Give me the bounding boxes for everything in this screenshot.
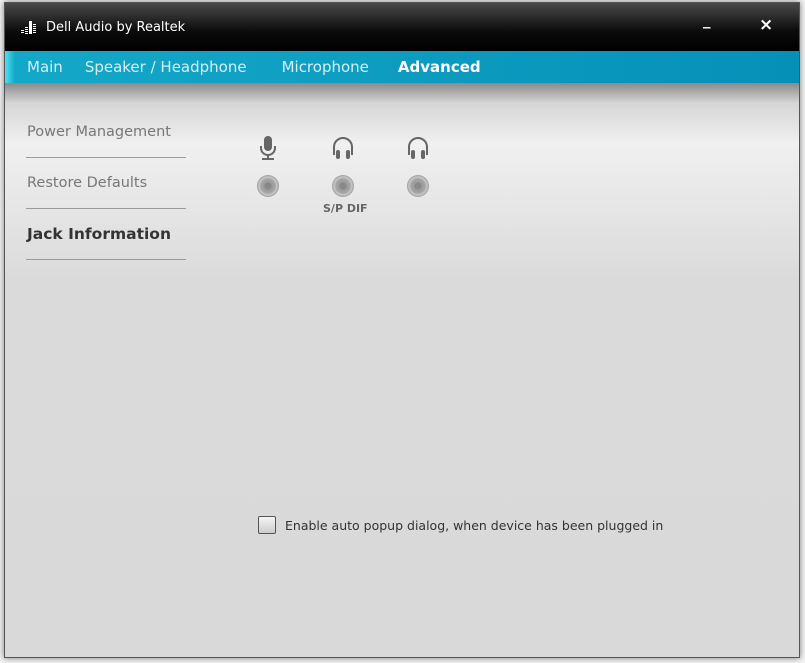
tab-bar: Main Speaker / Headphone Microphone Adva… — [5, 51, 799, 83]
title-bar[interactable]: Dell Audio by Realtek _ × — [5, 3, 799, 51]
sidebar-item-jack-information[interactable]: Jack Information — [26, 209, 186, 260]
jack-label: S/P DIF — [323, 202, 368, 215]
auto-popup-option: Enable auto popup dialog, when device ha… — [258, 516, 663, 534]
window-title: Dell Audio by Realtek — [46, 20, 186, 35]
close-button[interactable]: × — [759, 15, 773, 35]
tab-main[interactable]: Main — [27, 58, 63, 76]
jack-headphone — [398, 135, 438, 197]
tab-microphone[interactable]: Microphone — [282, 58, 369, 76]
content-area: Power Management Restore Defaults Jack I… — [5, 83, 799, 657]
jack-port — [257, 175, 279, 197]
sidebar: Power Management Restore Defaults Jack I… — [26, 117, 186, 260]
auto-popup-checkbox[interactable] — [258, 516, 276, 534]
minimize-button[interactable]: _ — [703, 11, 711, 29]
headphone-icon — [333, 137, 353, 159]
sidebar-item-restore-defaults[interactable]: Restore Defaults — [26, 158, 186, 209]
microphone-icon — [260, 136, 276, 160]
auto-popup-label[interactable]: Enable auto popup dialog, when device ha… — [285, 518, 663, 533]
jack-port — [407, 175, 429, 197]
equalizer-logo-icon — [21, 21, 36, 34]
jack-microphone — [248, 135, 288, 197]
jack-port — [332, 175, 354, 197]
tab-speaker-headphone[interactable]: Speaker / Headphone — [85, 58, 247, 76]
jack-spdif: S/P DIF — [323, 135, 368, 215]
sidebar-item-power-management[interactable]: Power Management — [26, 107, 186, 158]
headphone-icon — [408, 137, 428, 159]
audio-window: Dell Audio by Realtek _ × Main Speaker /… — [4, 2, 800, 658]
tab-advanced[interactable]: Advanced — [398, 58, 481, 76]
